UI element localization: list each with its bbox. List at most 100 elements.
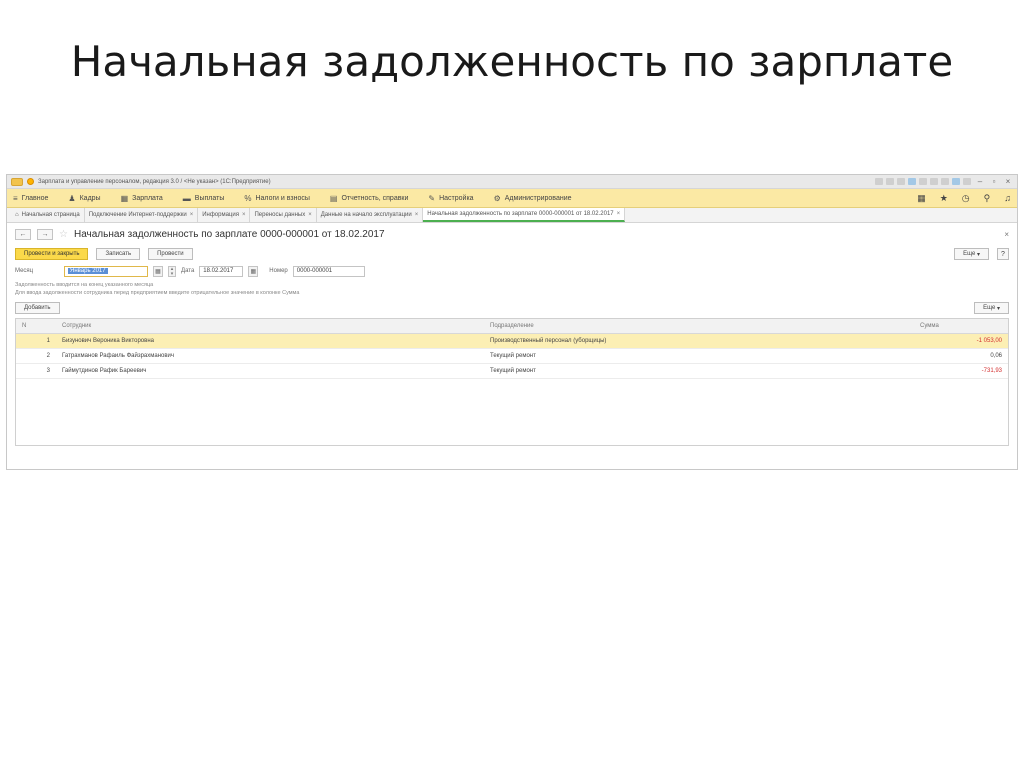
debt-table: N Сотрудник Подразделение Сумма 1 Бизунов… xyxy=(15,318,1009,446)
menu-item-icon: ♟ xyxy=(68,193,76,203)
department-cell[interactable]: Текущий ремонт xyxy=(486,353,914,359)
menu-item[interactable]: ▤ Отчетность, справки xyxy=(330,194,409,203)
back-button[interactable]: ← xyxy=(15,228,31,240)
favorites-star-icon[interactable]: ★ xyxy=(940,193,948,204)
menu-item-icon: ⚙ xyxy=(493,193,501,203)
row-number-cell[interactable]: 2 xyxy=(16,353,56,359)
month-input[interactable]: Январь 2017 xyxy=(64,265,148,277)
menu-item-label: Выплаты xyxy=(194,194,225,202)
more-actions-button[interactable]: Еще ▾ xyxy=(954,248,989,260)
table-more-label: Еще xyxy=(983,305,996,311)
menu-item[interactable]: ▦ Зарплата xyxy=(121,194,163,203)
menu-item-label: Налоги и взносы xyxy=(255,194,310,202)
column-header-department[interactable]: Подразделение xyxy=(486,323,914,329)
tab[interactable]: Данные на начало эксплуатации × xyxy=(317,208,424,222)
tab[interactable]: ⌂ Начальная страница xyxy=(11,208,85,222)
column-header-employee[interactable]: Сотрудник xyxy=(56,323,486,329)
hint-text: Задолженность вводится на конец указанно… xyxy=(7,279,1017,297)
menu-item-icon: ✎ xyxy=(428,193,436,203)
table-command-bar: Добавить Еще ▾ xyxy=(7,300,1017,316)
number-input[interactable]: 0000-000001 xyxy=(292,265,365,277)
tab-label: Начальная страница xyxy=(21,212,80,218)
search-icon[interactable]: ⚲ xyxy=(984,193,991,204)
toolbar-icon[interactable] xyxy=(941,178,949,185)
app-logo-icon xyxy=(11,177,23,186)
tab[interactable]: Переносы данных × xyxy=(250,208,317,222)
post-and-close-button[interactable]: Провести и закрыть xyxy=(15,248,89,260)
toolbar-icon[interactable] xyxy=(963,178,971,185)
close-icon[interactable]: × xyxy=(1003,177,1013,186)
tab-label: Подключение Интернет-поддержки xyxy=(88,212,187,218)
sum-cell[interactable]: 0,06 xyxy=(914,353,1008,359)
employee-cell[interactable]: Бизунович Вероника Викторовна xyxy=(56,338,486,344)
table-row[interactable]: 3 Гаймутдинов Рафик Бареевич Текущий ремон… xyxy=(16,364,1008,379)
favorite-star-icon[interactable]: ☆ xyxy=(59,229,68,240)
forward-button[interactable]: → xyxy=(37,228,53,240)
document-title: Начальная задолженность по зарплате 0000… xyxy=(73,228,385,240)
toolbar-icon[interactable] xyxy=(952,178,960,185)
table-row[interactable]: 1 Бизунович Вероника Викторовна Производст… xyxy=(16,334,1008,349)
menu-item[interactable]: ▬ Выплаты xyxy=(183,194,225,203)
tab[interactable]: Подключение Интернет-поддержки × xyxy=(85,208,199,222)
sum-cell[interactable]: -1 053,00 xyxy=(914,338,1008,344)
date-label: Дата xyxy=(181,268,195,274)
toolbar-icon[interactable] xyxy=(908,178,916,185)
history-icon[interactable]: ◷ xyxy=(962,193,970,204)
employee-cell[interactable]: Гаймутдинов Рафик Бареевич xyxy=(56,368,486,374)
tab-close-icon[interactable]: × xyxy=(617,211,621,217)
table-more-button[interactable]: Еще ▾ xyxy=(974,302,1009,314)
toolbar-icon[interactable] xyxy=(919,178,927,185)
sum-cell[interactable]: -731,93 xyxy=(914,368,1008,374)
tab-label: Информация xyxy=(202,212,239,218)
notifications-bell-icon[interactable]: ♫ xyxy=(1004,193,1011,203)
app-menu-icon[interactable] xyxy=(27,178,34,185)
minimize-icon[interactable]: – xyxy=(975,177,985,186)
date-calendar-icon[interactable]: ▦ xyxy=(248,265,259,277)
menu-item[interactable]: ♟ Кадры xyxy=(68,194,100,203)
toolbar-icon[interactable] xyxy=(930,178,938,185)
slide-title: Начальная задолженность по зарплате xyxy=(70,37,954,86)
more-label: Еще xyxy=(963,251,976,257)
row-number-cell[interactable]: 3 xyxy=(16,368,56,374)
month-value: Январь 2017 xyxy=(68,268,108,274)
tab-close-icon[interactable]: × xyxy=(308,212,312,218)
toolbar-icon[interactable] xyxy=(897,178,905,185)
add-row-button[interactable]: Добавить xyxy=(15,302,60,314)
column-header-sum[interactable]: Сумма xyxy=(914,323,1008,329)
tab[interactable]: Начальная задолженность по зарплате 0000… xyxy=(423,208,626,222)
title-toolbar xyxy=(875,178,971,185)
menu-item[interactable]: ✎ Настройка xyxy=(428,194,473,203)
menu-item-icon: ▦ xyxy=(120,193,129,203)
post-button[interactable]: Провести xyxy=(148,248,193,260)
window-title: Зарплата и управление персоналом, редакц… xyxy=(38,178,271,185)
restore-icon[interactable]: ▫ xyxy=(989,177,999,186)
menu-item[interactable]: % Налоги и взносы xyxy=(244,194,310,203)
date-input[interactable]: 18.02.2017 xyxy=(199,265,244,277)
department-cell[interactable]: Текущий ремонт xyxy=(486,368,914,374)
menu-item-label: Кадры xyxy=(79,194,101,202)
tab-close-icon[interactable]: × xyxy=(242,212,246,218)
tab[interactable]: Информация × xyxy=(198,208,251,222)
menu-item[interactable]: ⚙ Администрирование xyxy=(494,194,572,203)
column-header-n[interactable]: N xyxy=(16,323,56,329)
menu-item-icon: % xyxy=(244,193,252,203)
menu-item[interactable]: ≡ Главное xyxy=(13,194,48,203)
month-spinner[interactable]: ▴ ▾ xyxy=(168,265,176,277)
menu-item-icon: ≡ xyxy=(13,193,18,203)
month-calendar-icon[interactable]: ▦ xyxy=(153,265,163,277)
tab-close-icon[interactable]: × xyxy=(190,212,194,218)
home-icon: ⌂ xyxy=(15,212,19,218)
close-document-icon[interactable]: × xyxy=(1004,230,1009,239)
department-cell[interactable]: Производственный персонал (уборщицы) xyxy=(486,338,914,344)
hint-line: Для ввода задолженности сотрудника перед… xyxy=(15,290,300,296)
grid-menu-icon[interactable]: ▦ xyxy=(917,193,926,204)
toolbar-icon[interactable] xyxy=(875,178,883,185)
row-number-cell[interactable]: 1 xyxy=(16,338,56,344)
menu-item-icon: ▤ xyxy=(329,193,338,203)
help-button[interactable]: ? xyxy=(997,248,1009,260)
save-button[interactable]: Записать xyxy=(96,248,141,260)
toolbar-icon[interactable] xyxy=(886,178,894,185)
table-row[interactable]: 2 Гатрахманов Рафаиль Файзрахманович Текущ… xyxy=(16,349,1008,364)
tab-close-icon[interactable]: × xyxy=(415,212,419,218)
employee-cell[interactable]: Гатрахманов Рафаиль Файзрахманович xyxy=(56,353,486,359)
